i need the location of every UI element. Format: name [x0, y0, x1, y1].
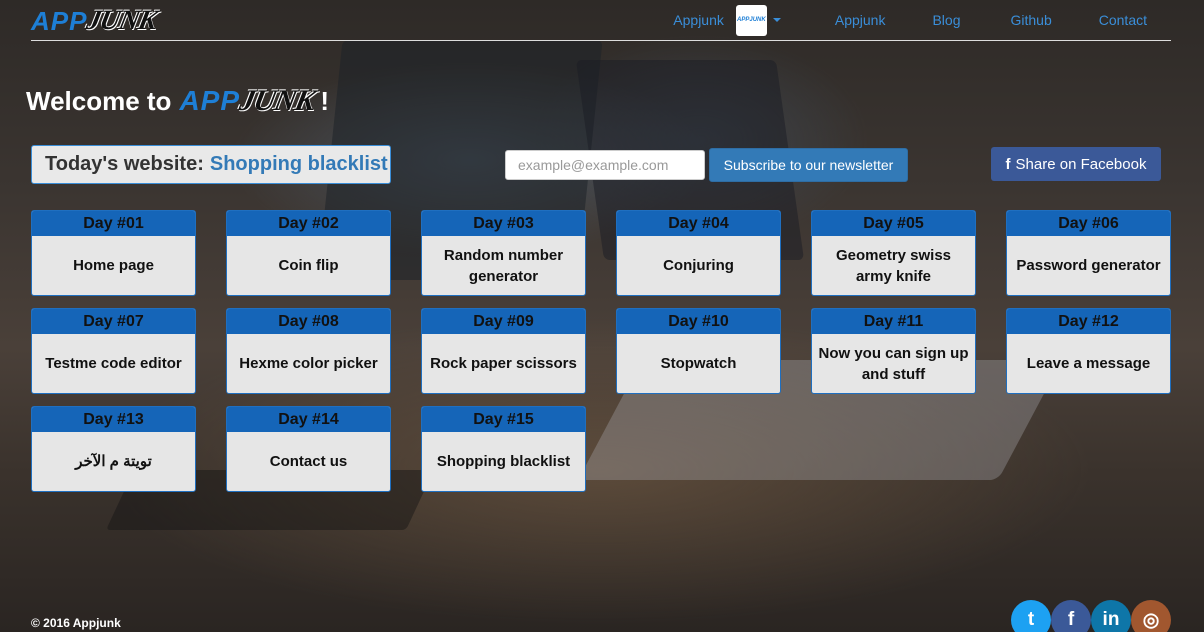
avatar[interactable]: APPJUNK: [735, 4, 767, 36]
linkedin-icon[interactable]: in: [1091, 600, 1131, 632]
day-number: Day #10: [617, 309, 780, 334]
avatar-text: APPJUNK: [737, 17, 766, 23]
day-card[interactable]: Day #01 Home page: [31, 210, 196, 296]
day-title: Home page: [73, 257, 154, 274]
day-number: Day #15: [422, 407, 585, 432]
day-number: Day #05: [812, 211, 975, 236]
day-number: Day #02: [227, 211, 390, 236]
share-facebook-label: Share on Facebook: [1015, 155, 1147, 173]
day-title: Password generator: [1016, 257, 1161, 274]
welcome-heading: Welcome to APP JUNK !: [26, 84, 329, 118]
day-card[interactable]: Day #07 Testme code editor: [31, 308, 196, 394]
facebook-icon: f: [1005, 155, 1011, 173]
day-card[interactable]: Day #03 Random number generator: [421, 210, 586, 296]
nav-link-appjunk[interactable]: Appjunk: [835, 12, 886, 28]
nav-dropdown-label[interactable]: Appjunk: [673, 12, 724, 28]
day-title: Conjuring: [663, 257, 734, 274]
day-number: Day #01: [32, 211, 195, 236]
todays-website-box: Today's website: Shopping blacklist: [31, 145, 391, 184]
navbar: APP JUNK Appjunk APPJUNK Appjunk Blog Gi…: [31, 0, 1171, 41]
day-title: Testme code editor: [45, 355, 182, 372]
day-number: Day #08: [227, 309, 390, 334]
nav-dropdown[interactable]: Appjunk APPJUNK: [673, 4, 781, 36]
day-title: Contact us: [269, 453, 348, 470]
day-title: Shopping blacklist: [436, 453, 571, 470]
day-title: Stopwatch: [660, 355, 737, 372]
logo-junk-text: JUNK: [84, 5, 160, 36]
nav-link-blog[interactable]: Blog: [932, 12, 960, 28]
day-title: Rock paper scissors: [430, 355, 577, 372]
day-title: Geometry swiss army knife: [835, 246, 952, 285]
newsletter-email-input[interactable]: [505, 150, 705, 180]
day-number: Day #07: [32, 309, 195, 334]
day-title: Hexme color picker: [239, 355, 378, 372]
twitter-icon[interactable]: t: [1011, 600, 1051, 632]
day-card[interactable]: Day #06 Password generator: [1006, 210, 1171, 296]
day-card[interactable]: Day #15 Shopping blacklist: [421, 406, 586, 492]
nav-link-github[interactable]: Github: [1011, 12, 1052, 28]
day-card[interactable]: Day #09 Rock paper scissors: [421, 308, 586, 394]
day-number: Day #04: [617, 211, 780, 236]
todays-website-link[interactable]: Shopping blacklist: [210, 153, 388, 176]
todays-website-label: Today's website:: [45, 153, 204, 175]
caret-down-icon[interactable]: [772, 18, 781, 22]
day-number: Day #09: [422, 309, 585, 334]
day-number: Day #12: [1007, 309, 1170, 334]
day-card[interactable]: Day #04 Conjuring: [616, 210, 781, 296]
brand-logo[interactable]: APP JUNK: [31, 4, 160, 38]
facebook-icon[interactable]: f: [1051, 600, 1091, 632]
day-number: Day #11: [812, 309, 975, 334]
welcome-logo-app: APP: [179, 85, 241, 116]
nav-link-contact[interactable]: Contact: [1099, 12, 1147, 28]
days-grid: Day #01 Home page Day #02 Coin flip Day #03 R…: [31, 210, 1171, 492]
social-links: t f in ◎: [1011, 600, 1171, 632]
day-title: Now you can sign up and stuff: [818, 344, 969, 383]
day-card[interactable]: Day #12 Leave a message: [1006, 308, 1171, 394]
copyright: © 2016 Appjunk: [31, 616, 121, 630]
day-card[interactable]: Day #14 Contact us: [226, 406, 391, 492]
logo-app-text: APP: [31, 5, 88, 36]
day-number: Day #14: [227, 407, 390, 432]
welcome-prefix: Welcome to: [26, 85, 172, 116]
day-card[interactable]: Day #13 تويتة م الآخر: [31, 406, 196, 492]
welcome-logo-junk: JUNK: [236, 84, 318, 117]
welcome-suffix: !: [320, 85, 330, 116]
day-card[interactable]: Day #02 Coin flip: [226, 210, 391, 296]
day-card[interactable]: Day #10 Stopwatch: [616, 308, 781, 394]
instagram-icon[interactable]: ◎: [1131, 600, 1171, 632]
day-card[interactable]: Day #11 Now you can sign up and stuff: [811, 308, 976, 394]
subscribe-button[interactable]: Subscribe to our newsletter: [709, 148, 908, 182]
day-title: Coin flip: [278, 257, 339, 274]
nav-links: Appjunk APPJUNK Appjunk Blog Github Cont…: [673, 0, 1171, 40]
day-number: Day #03: [422, 211, 585, 236]
day-card[interactable]: Day #05 Geometry swiss army knife: [811, 210, 976, 296]
day-title: Random number generator: [443, 246, 564, 285]
day-number: Day #13: [32, 407, 195, 432]
day-title: تويتة م الآخر: [75, 453, 152, 470]
day-title: Leave a message: [1026, 355, 1151, 372]
day-number: Day #06: [1007, 211, 1170, 236]
day-card[interactable]: Day #08 Hexme color picker: [226, 308, 391, 394]
share-facebook-button[interactable]: f Share on Facebook: [991, 147, 1161, 181]
